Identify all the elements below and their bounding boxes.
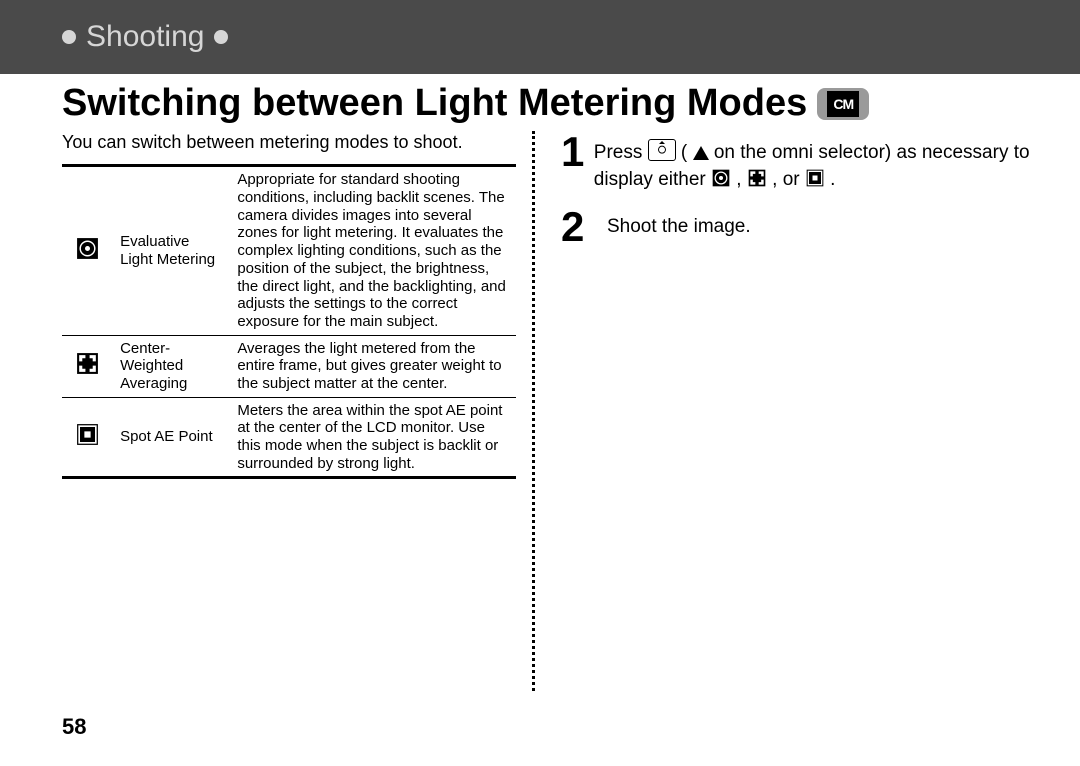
step-text-fragment: ( bbox=[681, 142, 687, 163]
up-arrow-icon bbox=[693, 146, 709, 160]
spot-ae-metering-icon bbox=[805, 168, 825, 197]
vertical-dotted-divider bbox=[532, 131, 555, 691]
step-1-text: Press ( on the omni selector) as necessa… bbox=[594, 139, 1051, 196]
step-text-fragment: , bbox=[736, 169, 747, 190]
mode-description: Meters the area within the spot AE point… bbox=[229, 397, 516, 478]
evaluative-metering-icon bbox=[711, 168, 731, 197]
step-text-fragment: , or bbox=[772, 169, 805, 190]
mode-name: Evaluative Light Metering bbox=[112, 166, 229, 335]
table-row: Spot AE Point Meters the area within the… bbox=[62, 397, 516, 478]
bullet-icon bbox=[62, 30, 76, 44]
step-text-fragment: Press bbox=[594, 142, 648, 163]
step-text-fragment: . bbox=[830, 169, 835, 190]
step-2-text: Shoot the image. bbox=[607, 214, 751, 246]
mode-name: Center-Weighted Averaging bbox=[112, 335, 229, 397]
table-row: Center-Weighted Averaging Averages the l… bbox=[62, 335, 516, 397]
evaluative-metering-icon bbox=[75, 236, 100, 261]
page-number: 58 bbox=[62, 714, 86, 740]
step-number: 1 bbox=[561, 133, 588, 196]
mode-badge-label: CM bbox=[827, 91, 859, 117]
page-title-row: Switching between Light Metering Modes C… bbox=[62, 82, 1080, 125]
mode-description: Appropriate for standard shooting condit… bbox=[229, 166, 516, 335]
section-header-bar: Shooting bbox=[0, 0, 1080, 74]
manual-page: Shooting Switching between Light Meterin… bbox=[0, 0, 1080, 766]
section-label: Shooting bbox=[86, 20, 204, 54]
mode-description: Averages the light metered from the enti… bbox=[229, 335, 516, 397]
metering-button-icon bbox=[648, 139, 676, 161]
intro-text: You can switch between metering modes to… bbox=[62, 131, 526, 154]
center-weighted-metering-icon bbox=[75, 351, 100, 376]
mode-name: Spot AE Point bbox=[112, 397, 229, 478]
metering-modes-table: Evaluative Light Metering Appropriate fo… bbox=[62, 164, 516, 479]
spot-ae-metering-icon bbox=[75, 422, 100, 447]
mode-badge: CM bbox=[817, 88, 869, 120]
bullet-icon bbox=[214, 30, 228, 44]
page-title: Switching between Light Metering Modes bbox=[62, 82, 807, 125]
table-row: Evaluative Light Metering Appropriate fo… bbox=[62, 166, 516, 335]
step-2: 2 Shoot the image. bbox=[561, 206, 1051, 246]
left-column: You can switch between metering modes to… bbox=[62, 131, 526, 691]
step-1: 1 Press ( on the omni selector) as neces… bbox=[561, 131, 1051, 196]
right-column: 1 Press ( on the omni selector) as neces… bbox=[555, 131, 1051, 691]
step-number: 2 bbox=[561, 208, 601, 246]
center-weighted-metering-icon bbox=[747, 168, 767, 197]
